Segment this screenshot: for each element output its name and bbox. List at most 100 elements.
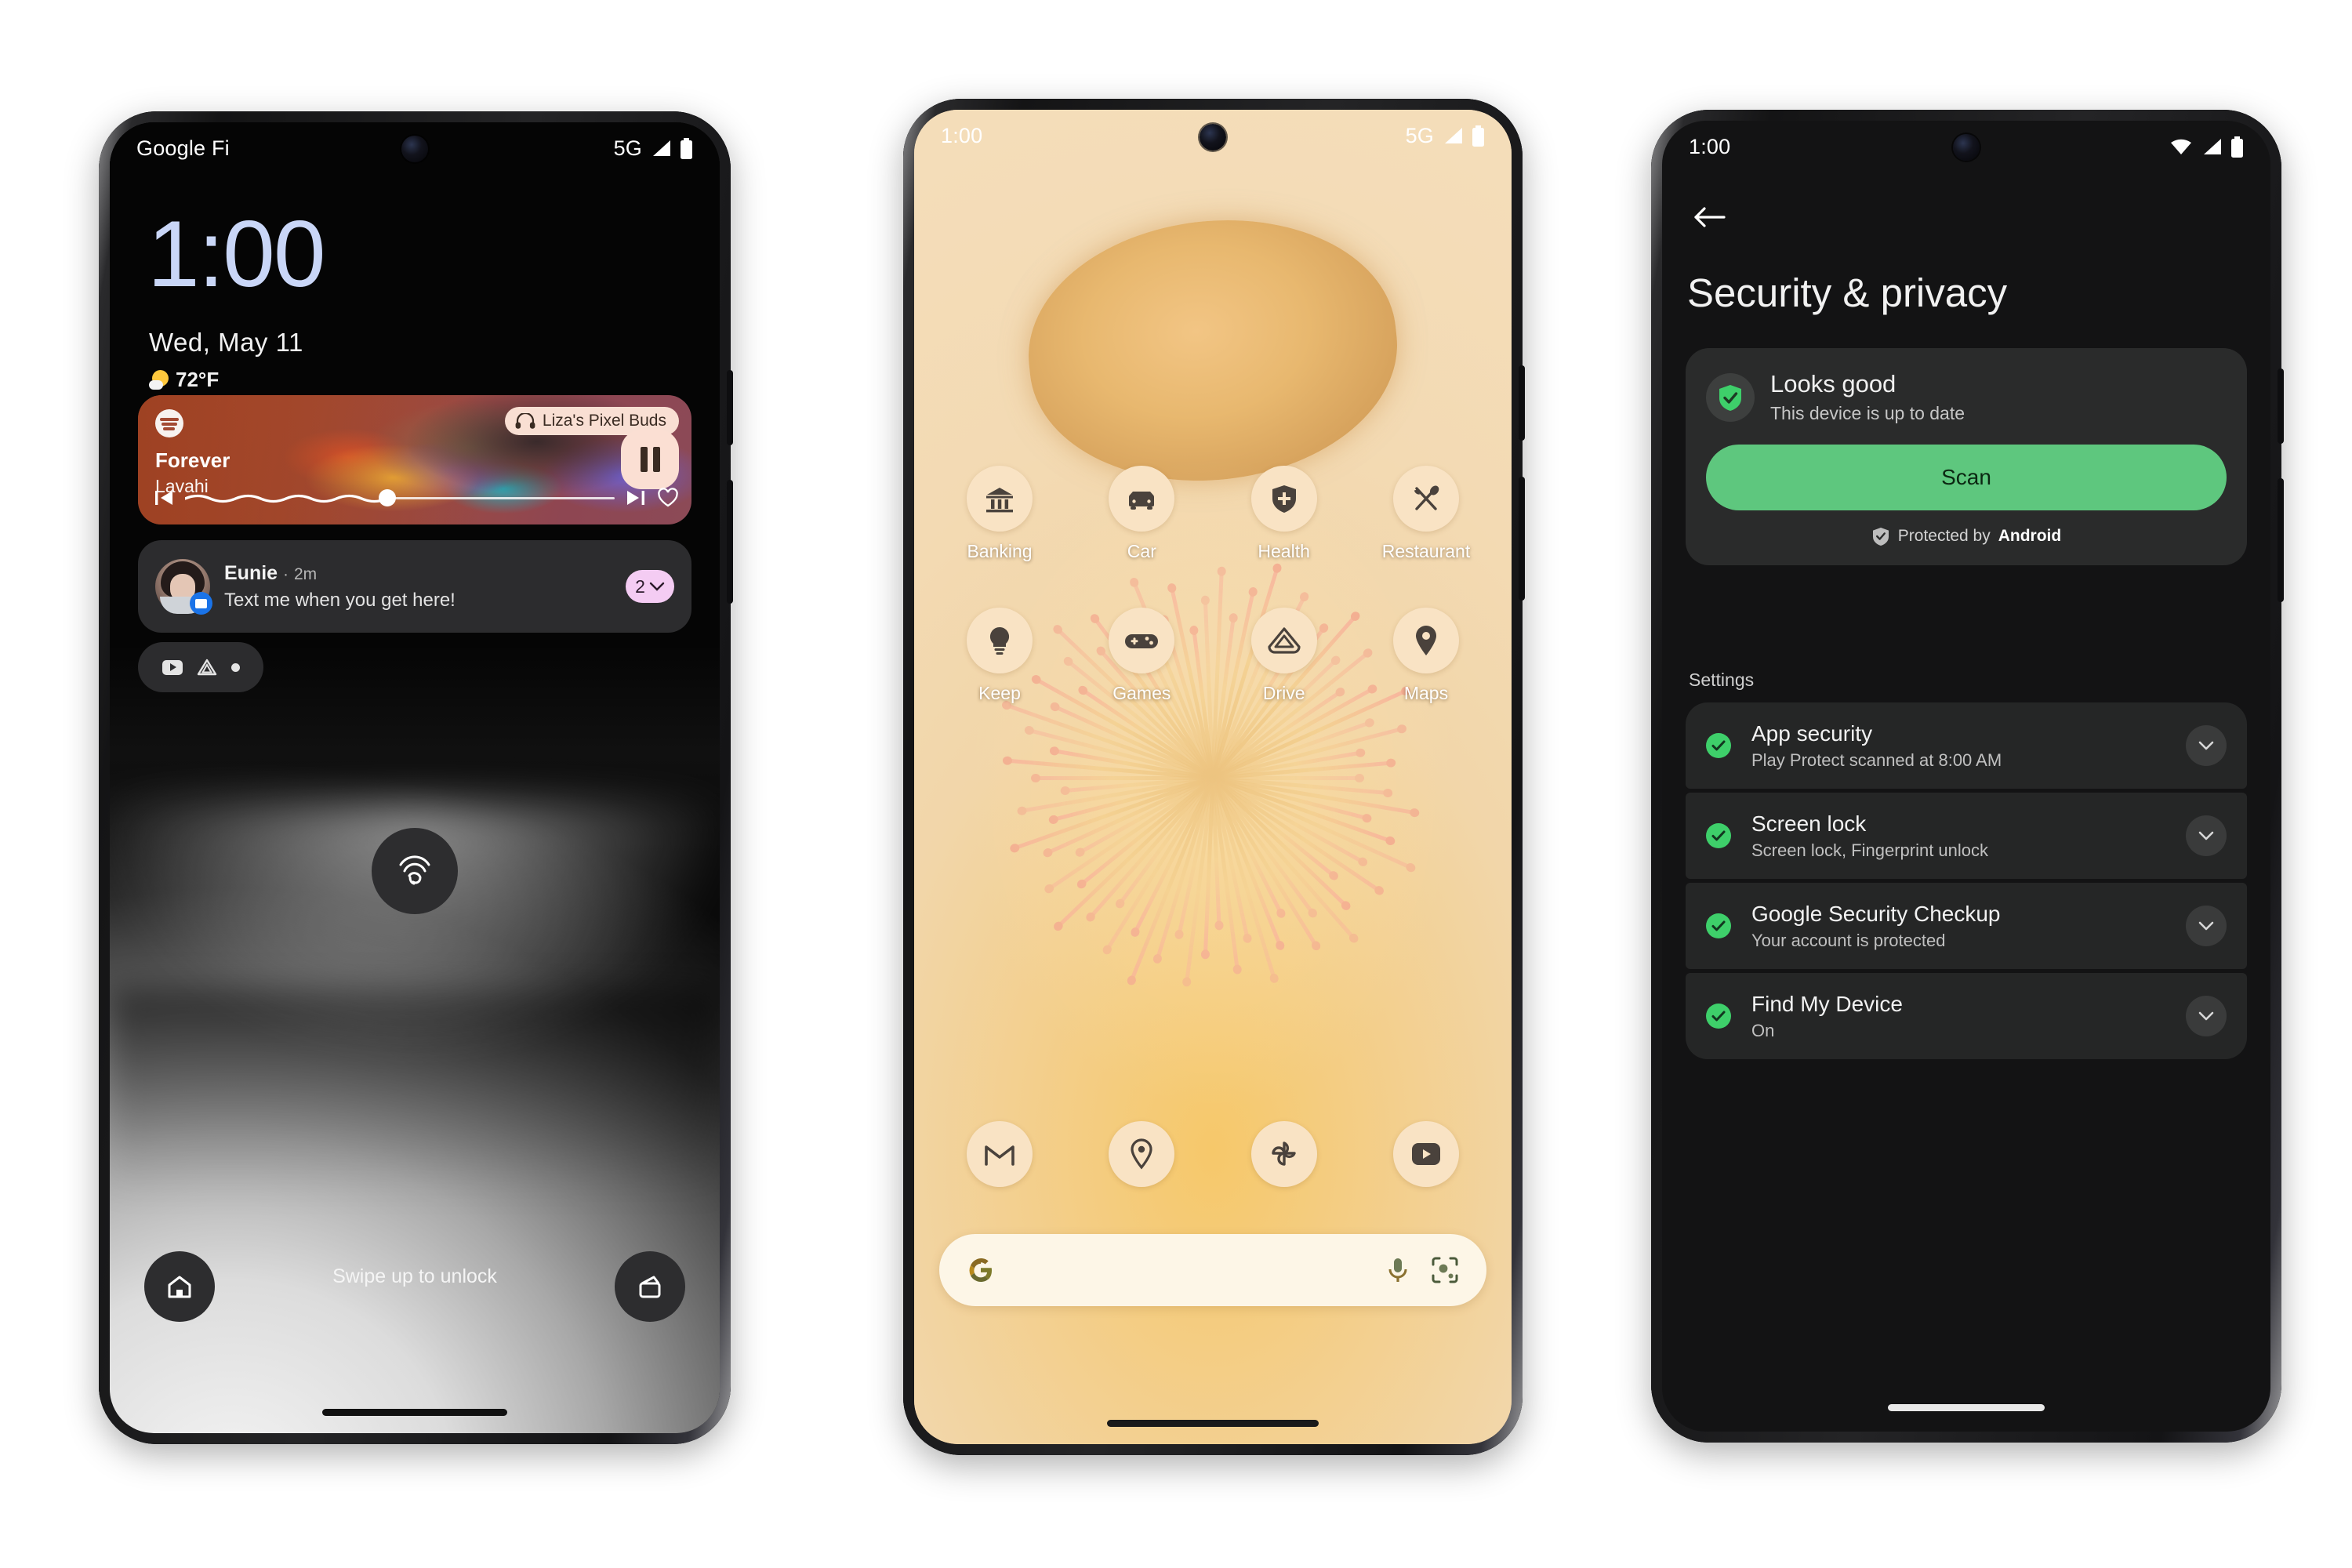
app-label: Maps: [1403, 683, 1449, 703]
phone-lock-screen: Google Fi 5G 1:00 Wed, May 11 72°F Liza'…: [99, 111, 733, 1444]
volume-button[interactable]: [2278, 478, 2284, 602]
item-title: Find My Device: [1751, 991, 1903, 1016]
app-row-1: Banking Car Health Restaurant: [942, 466, 1483, 562]
chevron-down-icon[interactable]: [2186, 996, 2227, 1036]
power-button[interactable]: [727, 370, 733, 445]
notification-sender: Eunie: [224, 561, 278, 584]
app-car[interactable]: Car: [1084, 466, 1199, 562]
dock-gmail[interactable]: [942, 1121, 1057, 1187]
progress-waveform: [185, 494, 387, 503]
app-label: Banking: [967, 541, 1033, 561]
app-label: Health: [1258, 541, 1310, 561]
app-games[interactable]: Games: [1084, 608, 1199, 704]
avatar: [155, 559, 212, 615]
partly-sunny-icon: [149, 369, 169, 390]
phone-settings-screen: 1:00 Security & privacy Looks good This …: [1651, 110, 2284, 1443]
notification-count-chip[interactable]: 2: [626, 570, 674, 603]
check-circle-icon: [1706, 733, 1731, 758]
settings-item-app-security[interactable]: App security Play Protect scanned at 8:0…: [1686, 702, 2247, 789]
gesture-navbar[interactable]: [1888, 1404, 2045, 1411]
skip-next-icon[interactable]: [626, 488, 646, 507]
shield-icon: [1872, 528, 1889, 546]
security-status-card: Looks good This device is up to date Sca…: [1686, 348, 2247, 565]
chevron-down-icon[interactable]: [2186, 906, 2227, 946]
dock-youtube[interactable]: [1369, 1121, 1483, 1187]
protected-brand: Android: [1998, 527, 2062, 545]
fingerprint-glyph: [399, 855, 430, 885]
app-keep[interactable]: Keep: [942, 608, 1057, 704]
wifi-icon: [2171, 139, 2191, 154]
drive-icon: [1250, 608, 1317, 673]
check-circle-icon: [1706, 913, 1731, 938]
progress-knob[interactable]: [378, 489, 396, 506]
wallet-glyph: [639, 1276, 661, 1298]
skip-previous-icon[interactable]: [154, 488, 174, 507]
settings-item-screen-lock[interactable]: Screen lock Screen lock, Fingerprint unl…: [1686, 793, 2247, 879]
output-device-label: Liza's Pixel Buds: [542, 412, 666, 430]
gesture-navbar[interactable]: [322, 1409, 507, 1416]
fingerprint-icon[interactable]: [372, 828, 458, 914]
protected-by-footer: Protected by Android: [1706, 526, 2227, 546]
app-label: Games: [1112, 683, 1171, 703]
notification-separator: ·: [283, 564, 289, 583]
date-weather: Wed, May 11 72°F: [149, 328, 303, 392]
more-dot-icon: [230, 662, 240, 672]
google-search-bar[interactable]: [939, 1234, 1486, 1306]
signal-icon: [2204, 139, 2221, 154]
app-label: Restaurant: [1381, 541, 1471, 561]
notification-time: 2m: [293, 564, 318, 583]
media-player-widget[interactable]: Liza's Pixel Buds Forever Lavahi: [138, 395, 691, 524]
microphone-icon[interactable]: [1386, 1254, 1410, 1286]
chevron-down-icon[interactable]: [2186, 815, 2227, 856]
app-health[interactable]: Health: [1227, 466, 1341, 562]
youtube-icon: [1392, 1121, 1459, 1187]
wallet-icon[interactable]: [615, 1251, 685, 1322]
dock-photos[interactable]: [1227, 1121, 1341, 1187]
google-lens-icon[interactable]: [1430, 1255, 1460, 1285]
settings-item-google-security-checkup[interactable]: Google Security Checkup Your account is …: [1686, 883, 2247, 969]
media-transport-bar: [154, 484, 679, 512]
app-drive[interactable]: Drive: [1227, 608, 1341, 704]
dock-maps[interactable]: [1084, 1121, 1199, 1187]
green-shield-check-icon: [1706, 372, 1755, 422]
chevron-down-icon[interactable]: [2186, 725, 2227, 766]
phone-home-screen: 1:00 5G Banking Car Health Restaurant Ke…: [903, 99, 1525, 1455]
gmail-icon: [967, 1121, 1033, 1187]
power-button[interactable]: [1519, 365, 1525, 441]
check-circle-icon: [1706, 823, 1731, 848]
back-arrow-icon[interactable]: [1689, 196, 1731, 238]
front-camera: [1200, 124, 1226, 151]
network-label: 5G: [613, 136, 642, 160]
lock-clock: 1:00: [147, 201, 326, 307]
volume-button[interactable]: [727, 480, 733, 604]
carrier-label: Google Fi: [136, 136, 230, 160]
google-g-icon: [969, 1258, 992, 1282]
health-shield-icon: [1250, 466, 1317, 532]
car-icon: [1109, 466, 1175, 532]
app-maps[interactable]: Maps: [1369, 608, 1483, 704]
front-camera: [1953, 134, 1980, 161]
gesture-navbar[interactable]: [1107, 1420, 1319, 1427]
pause-button[interactable]: [621, 430, 679, 489]
app-banking[interactable]: Banking: [942, 466, 1057, 562]
app-restaurant[interactable]: Restaurant: [1369, 466, 1483, 562]
item-title: App security: [1751, 720, 1873, 746]
settings-item-find-my-device[interactable]: Find My Device On: [1686, 973, 2247, 1059]
notification-card[interactable]: Eunie · 2m Text me when you get here! 2: [138, 540, 691, 633]
clock-label: 1:00: [1689, 134, 1731, 158]
three-phone-showcase: Google Fi 5G 1:00 Wed, May 11 72°F Liza'…: [0, 0, 2352, 1568]
app-label: Drive: [1262, 683, 1305, 703]
spotify-icon: [155, 409, 183, 437]
notification-count: 2: [635, 575, 645, 597]
scan-button[interactable]: Scan: [1706, 445, 2227, 510]
volume-button[interactable]: [1519, 477, 1525, 601]
item-subtitle: On: [1751, 1020, 1775, 1040]
heart-icon[interactable]: [657, 488, 679, 508]
power-button[interactable]: [2278, 368, 2284, 444]
track-title: Forever: [155, 448, 230, 472]
page-title: Security & privacy: [1687, 270, 2008, 315]
section-label: Settings: [1689, 670, 1755, 690]
seek-slider[interactable]: [185, 489, 615, 506]
collapsed-notification-chips[interactable]: [138, 642, 263, 692]
item-subtitle: Screen lock, Fingerprint unlock: [1751, 840, 1989, 860]
